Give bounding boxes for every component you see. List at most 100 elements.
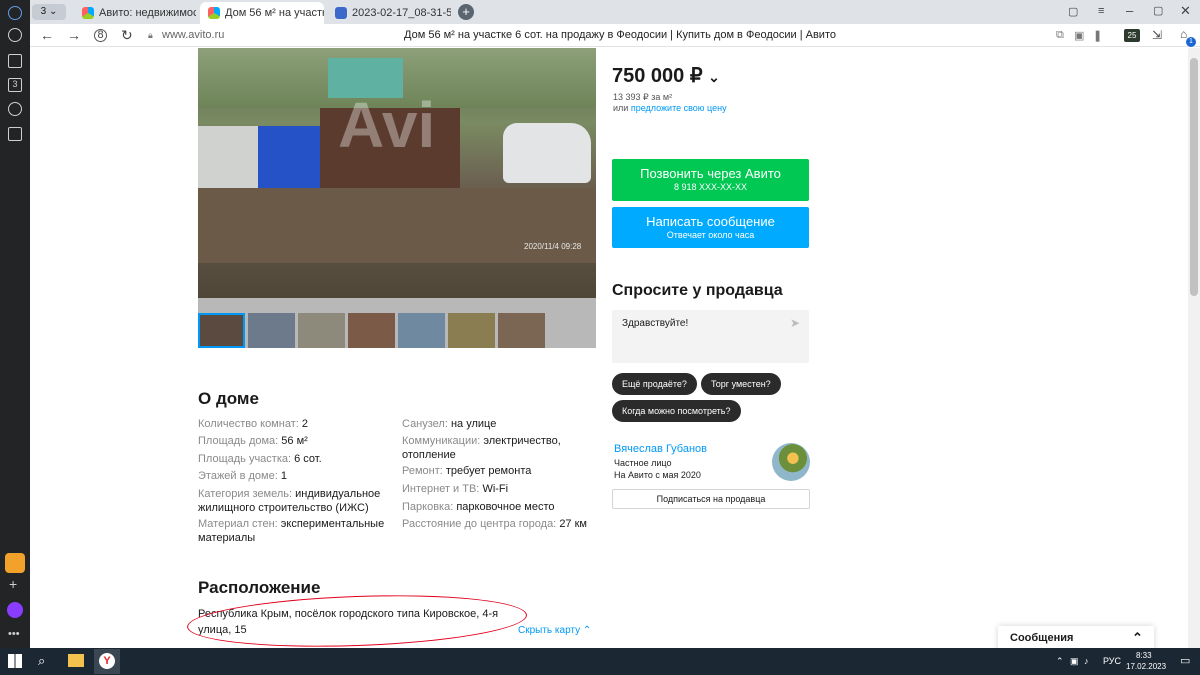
photo-watermark: Avi [338, 89, 436, 161]
page-scrollbar[interactable] [1188, 48, 1200, 648]
photo-timestamp: 2020/11/4 09:28 [524, 242, 582, 251]
alice-icon[interactable] [7, 602, 23, 618]
thumbnail[interactable] [248, 313, 295, 348]
hide-map-label: Скрыть карту [518, 625, 581, 636]
downloads-icon[interactable]: ⇲ [1152, 28, 1162, 42]
close-window-icon[interactable]: ✕ [1180, 3, 1191, 19]
avatar[interactable] [772, 443, 810, 481]
yandex-logo-icon[interactable] [8, 6, 22, 20]
menu-icon[interactable]: ≡ [1098, 5, 1104, 17]
tray-chevron-icon[interactable]: ⌃ [1056, 656, 1064, 667]
extension-icon[interactable]: ▣ [1074, 29, 1084, 42]
prop-value: 1 [280, 470, 287, 482]
tray-volume-icon[interactable]: ♪ [1084, 656, 1089, 666]
notification-center-icon[interactable]: ▭ [1180, 654, 1190, 667]
chevron-down-icon[interactable]: ⌄ [708, 69, 720, 85]
thumbnail[interactable] [298, 313, 345, 348]
scrollbar-thumb[interactable] [1190, 58, 1198, 296]
image-favicon-icon [335, 7, 347, 19]
main-photo[interactable]: Avi 2020/11/4 09:28 [198, 48, 596, 298]
reload-icon[interactable]: ↻ [121, 27, 133, 43]
prop-key: Парковка: [402, 501, 454, 513]
thumbnail[interactable] [348, 313, 395, 348]
sidebar-badge[interactable]: 3 [8, 78, 22, 92]
tab-label: Дом 56 м² на участке 6 [225, 7, 324, 19]
address-bar-row: ← → 8 ↻ 🔒︎ www.avito.ru Дом 56 м² на уча… [0, 24, 1200, 47]
highlight-ellipse [186, 590, 528, 648]
translate-icon[interactable]: ⧉ [1056, 29, 1064, 42]
question-draft: Здравствуйте! [622, 318, 689, 329]
minimize-icon[interactable]: – [1126, 3, 1133, 18]
search-icon[interactable]: ⌕ [38, 653, 45, 669]
yandex-protect-icon[interactable]: 8 [94, 29, 107, 42]
add-panel-icon[interactable]: + [9, 576, 17, 592]
clock-time[interactable]: 8:33 [1136, 651, 1152, 660]
bookmarks-icon[interactable]: ▢ [1068, 5, 1078, 18]
language-indicator[interactable]: РУС [1103, 656, 1121, 666]
prop-bathroom: Санузел: на улице [402, 417, 582, 431]
write-message-button[interactable]: Написать сообщение Отвечает около часа [612, 207, 809, 248]
photo-ground [198, 188, 596, 263]
send-icon[interactable]: ➤ [790, 316, 800, 330]
thumbnail[interactable] [448, 313, 495, 348]
play-icon[interactable] [8, 102, 22, 116]
hide-map-link[interactable]: Скрыть карту ⌃ [518, 625, 591, 636]
bookmark-icon[interactable]: ❚ [1093, 29, 1102, 42]
tab-groups-button[interactable]: 3 ⌄ [32, 4, 66, 20]
windows-start-icon[interactable] [8, 654, 22, 668]
file-explorer-icon[interactable] [68, 654, 84, 667]
prop-key: Расстояние до центра города: [402, 518, 557, 530]
more-icon[interactable]: ••• [8, 628, 20, 640]
prop-plot-area: Площадь участка: 6 сот. [198, 452, 388, 466]
quick-question-chip[interactable]: Торг уместен? [701, 373, 781, 395]
clock-date[interactable]: 17.02.2023 [1126, 662, 1166, 671]
subscribe-button[interactable]: Подписаться на продавца [612, 489, 810, 509]
prop-value: парковочное место [456, 501, 555, 513]
messages-panel[interactable]: Сообщения ⌃ [998, 626, 1154, 648]
extension-badge[interactable]: 25 [1124, 29, 1140, 42]
quick-question-chip[interactable]: Когда можно посмотреть? [612, 400, 741, 422]
forward-icon[interactable]: → [67, 27, 81, 43]
tab-house-listing[interactable]: Дом 56 м² на участке 6 × [200, 2, 324, 24]
yandex-browser-icon: Y [99, 653, 115, 669]
seller-name-link[interactable]: Вячеслав Губанов [614, 443, 707, 455]
call-label: Позвонить через Авито [640, 166, 781, 181]
call-phone: 8 918 XXX-XX-XX [673, 182, 748, 192]
image-icon[interactable] [8, 127, 22, 141]
address-input[interactable]: www.avito.ru [162, 29, 224, 41]
thumbnail[interactable] [398, 313, 445, 348]
call-button[interactable]: Позвонить через Авито 8 918 XXX-XX-XX [612, 159, 809, 201]
new-tab-icon[interactable]: + [458, 4, 474, 20]
pinned-app-icon[interactable] [5, 553, 25, 573]
chevron-up-icon[interactable]: ⌃ [1132, 630, 1143, 646]
browser-sidebar: 3 + ••• [0, 0, 30, 648]
taskbar: ⌕ Y ⌃ ▣ ♪ РУС 8:33 17.02.2023 ▭ [0, 648, 1200, 675]
prop-key: Материал стен: [198, 518, 278, 530]
prop-value: требует ремонта [445, 465, 532, 477]
avito-favicon-icon [82, 7, 94, 19]
price-value: 750 000 ₽ [612, 65, 703, 87]
quick-question-chip[interactable]: Ещё продаёте? [612, 373, 697, 395]
thumbnail[interactable] [198, 313, 245, 348]
prop-floors: Этажей в доме: 1 [198, 469, 388, 483]
prop-parking: Парковка: парковочное место [402, 500, 582, 514]
photo-car [503, 123, 591, 183]
tray-network-icon[interactable]: ▣ [1070, 656, 1079, 667]
prop-value: 2 [301, 418, 308, 430]
about-house-heading: О доме [198, 389, 259, 408]
thumbnail[interactable] [498, 313, 545, 348]
yandex-browser-taskbar[interactable]: Y [94, 649, 120, 674]
price: 750 000 ₽ ⌄ [612, 63, 720, 88]
tab-screenshot[interactable]: 2023-02-17_08-31-51.png [327, 2, 451, 24]
collections-icon[interactable] [8, 54, 22, 68]
offer-price-link[interactable]: предложите свою цену [631, 103, 727, 113]
question-input[interactable]: Здравствуйте! ➤ [612, 310, 809, 363]
back-icon[interactable]: ← [40, 27, 54, 43]
seller-type: Частное лицо [614, 458, 672, 468]
prop-key: Площадь дома: [198, 435, 279, 447]
prop-key: Площадь участка: [198, 453, 292, 465]
prop-value: Wi-Fi [482, 483, 509, 495]
maximize-icon[interactable]: ▢ [1153, 4, 1163, 17]
history-icon[interactable] [8, 28, 22, 42]
tab-avito-realty[interactable]: Авито: недвижимость, тр [74, 2, 196, 24]
